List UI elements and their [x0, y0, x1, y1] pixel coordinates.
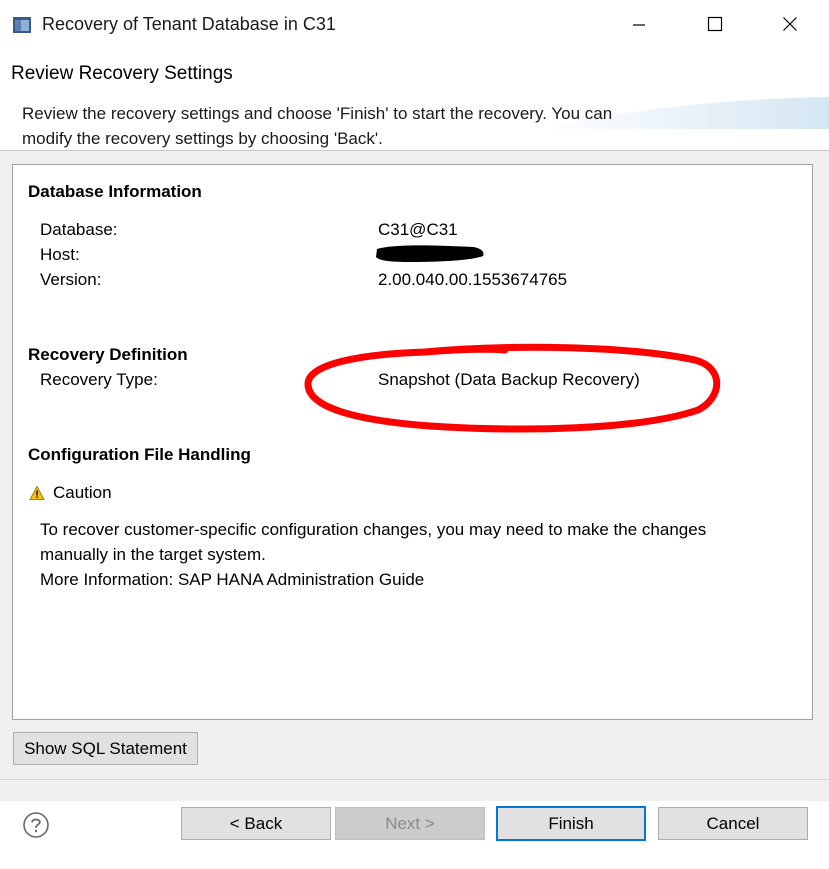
app-window-icon [13, 17, 31, 33]
red-annotation-circle [304, 343, 721, 433]
host-redaction-mark [376, 245, 484, 262]
help-icon[interactable] [22, 811, 50, 839]
recovery-definition-title: Recovery Definition [28, 345, 188, 364]
config-handling-title: Configuration File Handling [28, 445, 251, 464]
warning-icon [29, 485, 45, 500]
minimize-icon [633, 24, 645, 26]
finish-button[interactable]: Finish [496, 806, 646, 841]
show-sql-statement-button[interactable]: Show SQL Statement [13, 732, 198, 765]
database-info-title: Database Information [28, 182, 202, 201]
back-button[interactable]: < Back [181, 807, 331, 840]
caution-label: Caution [53, 483, 112, 502]
cancel-button[interactable]: Cancel [658, 807, 808, 840]
database-label: Database: [40, 220, 118, 239]
config-message-line1: To recover customer-specific configurati… [40, 520, 707, 539]
close-button[interactable] [767, 6, 813, 42]
page-description: Review the recovery settings and choose … [22, 104, 613, 148]
page-heading: Review Recovery Settings [11, 63, 233, 84]
maximize-icon [707, 16, 723, 32]
maximize-button[interactable] [692, 6, 738, 42]
window-title: Recovery of Tenant Database in C31 [42, 14, 336, 34]
config-message-line2: manually in the target system. [40, 545, 266, 564]
title-bar: Recovery of Tenant Database in C31 [0, 0, 829, 52]
next-button[interactable]: Next > [335, 807, 485, 840]
database-value: C31@C31 [378, 220, 458, 239]
close-icon [783, 17, 797, 31]
minimize-button[interactable] [616, 6, 662, 42]
version-label: Version: [40, 270, 102, 289]
recovery-type-label: Recovery Type: [40, 370, 158, 389]
more-info-link[interactable]: More Information: SAP HANA Administratio… [40, 570, 424, 590]
footer-separator [0, 779, 829, 780]
host-label: Host: [40, 245, 80, 264]
version-value: 2.00.040.00.1553674765 [378, 270, 568, 289]
